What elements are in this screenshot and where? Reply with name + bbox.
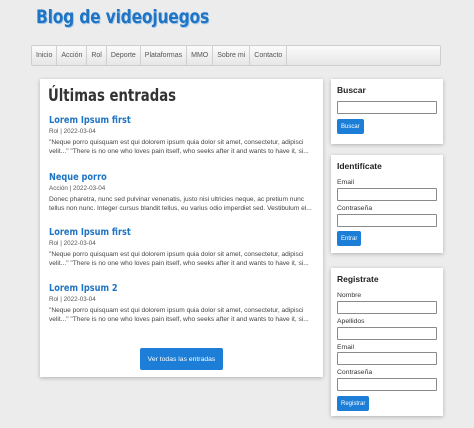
nav-item-accion[interactable]: Acción [57,46,88,65]
register-name-label: Nombre [337,292,362,299]
post-meta: Rol | 2022-03-04 [49,128,96,135]
search-button[interactable]: Buscar [337,119,364,134]
post-meta: Rol | 2022-03-04 [49,296,96,303]
post-excerpt: "Neque porro quisquam est qui dolorem ip… [49,251,309,267]
post-title-link[interactable]: Lorem Ipsum first [49,115,267,126]
post-excerpt: "Neque porro quisquam est qui dolorem ip… [49,139,309,155]
nav-item-mmo[interactable]: MMO [187,46,214,65]
login-email-field[interactable] [337,188,437,201]
search-title: Buscar [337,85,366,95]
login-password-field[interactable] [337,214,437,227]
register-email-field[interactable] [337,352,437,365]
post-item: Neque porro Acción | 2022-03-04 Donec ph… [49,172,315,213]
register-panel: Registrate Nombre Apellidos Email Contra… [331,268,443,416]
register-surname-label: Apellidos [337,318,365,325]
search-input[interactable] [337,101,437,114]
post-item: Lorem Ipsum first Rol | 2022-03-04 "Nequ… [49,227,315,268]
latest-posts-heading: Últimas entradas [48,86,177,106]
register-button[interactable]: Registrar [337,396,370,411]
post-meta: Acción | 2022-03-04 [49,185,106,192]
post-item: Lorem Ipsum 2 Rol | 2022-03-04 "Neque po… [49,283,315,324]
main-navigation: Inicio Acción Rol Deporte Plataformas MM… [31,45,441,66]
latest-posts-panel: Últimas entradas Lorem Ipsum first Rol |… [40,79,323,377]
post-excerpt: Donec pharetra, nunc sed pulvinar venena… [49,196,312,212]
register-email-label: Email [337,344,354,351]
site-title[interactable]: Blog de videojuegos [36,6,209,28]
nav-item-sobre-mi[interactable]: Sobre mi [213,46,251,65]
register-password-label: Contraseña [337,369,373,376]
login-panel: Identifícate Email Contraseña Entrar [331,155,443,253]
post-title-link[interactable]: Lorem Ipsum first [49,227,267,238]
register-surname-field[interactable] [337,327,437,340]
login-email-label: Email [337,179,354,186]
nav-item-rol[interactable]: Rol [87,46,107,65]
login-password-label: Contraseña [337,205,373,212]
login-title: Identifícate [337,161,382,171]
post-title-link[interactable]: Neque porro [49,172,267,183]
post-excerpt: "Neque porro quisquam est qui dolorem ip… [49,307,309,323]
post-title-link[interactable]: Lorem Ipsum 2 [49,283,267,294]
nav-item-contacto[interactable]: Contacto [250,46,288,65]
search-panel: Buscar Buscar [331,79,443,144]
view-all-posts-button[interactable]: Ver todas las entradas [140,348,223,370]
register-name-field[interactable] [337,301,437,314]
nav-item-plataformas[interactable]: Plataformas [141,46,188,65]
login-button[interactable]: Entrar [337,231,362,246]
nav-item-inicio[interactable]: Inicio [32,46,58,65]
register-title: Registrate [337,274,379,284]
post-meta: Rol | 2022-03-04 [49,240,96,247]
register-password-field[interactable] [337,378,437,391]
post-item: Lorem Ipsum first Rol | 2022-03-04 "Nequ… [49,115,315,156]
nav-item-deporte[interactable]: Deporte [107,46,141,65]
